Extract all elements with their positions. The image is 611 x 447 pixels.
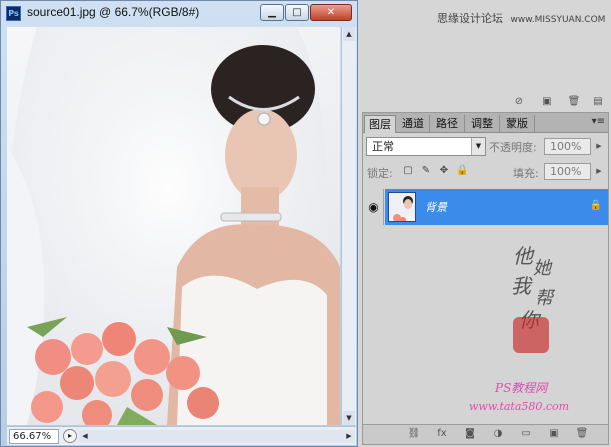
blend-mode-select[interactable]: 正常 ▼ — [366, 137, 486, 156]
panel-menu-icon[interactable]: ▾≡ — [592, 116, 605, 127]
image-canvas[interactable] — [7, 27, 340, 425]
tab-adjustments[interactable]: 调整 — [465, 115, 500, 133]
layer-name[interactable]: 背景 — [425, 199, 447, 215]
document-title: source01.jpg @ 66.7%(RGB/8#) — [27, 5, 200, 19]
opacity-slider-arrow-icon[interactable]: ▶ — [594, 139, 604, 154]
site-watermark-text: 思缘设计论坛 — [437, 12, 503, 25]
scroll-right-icon[interactable]: ▶ — [343, 430, 355, 443]
opacity-label: 不透明度: — [489, 141, 537, 154]
chevron-down-icon[interactable]: ▼ — [471, 138, 485, 155]
link-layers-icon[interactable]: ⛓ — [407, 428, 421, 439]
delete-layer-icon[interactable]: 🗑 — [575, 428, 589, 439]
new-group-icon[interactable]: ▭ — [519, 428, 533, 439]
layers-panel: 图层 通道 路径 调整 蒙版 ▾≡ 正常 ▼ 不透明度: 100% ▶ 锁定: … — [362, 112, 609, 445]
scroll-down-icon[interactable]: ▼ — [343, 411, 355, 425]
fill-slider-arrow-icon[interactable]: ▶ — [594, 164, 604, 179]
tab-masks[interactable]: 蒙版 — [500, 115, 535, 133]
scroll-left-icon[interactable]: ◀ — [79, 430, 91, 443]
site-watermark: 思缘设计论坛 www.MISSYUAN.COM — [437, 10, 605, 26]
ps-watermark-title: PS教程网 — [495, 381, 548, 395]
bride-photo — [7, 27, 340, 425]
vertical-scrollbar[interactable]: ▲ ▼ — [341, 27, 356, 425]
upper-panel-footer: ⊘ ▣ 🗑 ▤ — [362, 96, 609, 110]
document-window: Ps source01.jpg @ 66.7%(RGB/8#) ▁ □ ✕ ▲ … — [0, 0, 358, 447]
status-bar: 66.67% ▸ ◀ ▶ — [7, 426, 356, 445]
maximize-button[interactable]: □ — [285, 4, 309, 21]
layer-row-background[interactable]: ◉ 背景 🔒 — [363, 189, 608, 225]
adjustment-layer-icon[interactable]: ◑ — [491, 428, 505, 439]
blend-mode-value: 正常 — [372, 140, 394, 153]
trash-icon[interactable]: 🗑 — [567, 96, 581, 107]
layer-selected[interactable]: 背景 🔒 — [385, 189, 608, 225]
tab-channels[interactable]: 通道 — [397, 115, 430, 133]
horizontal-scrollbar[interactable]: ◀ ▶ — [79, 430, 355, 443]
photoshop-app-icon: Ps — [6, 6, 21, 21]
opacity-field[interactable]: 100% — [544, 138, 591, 155]
zoom-field[interactable]: 66.67% — [9, 429, 59, 444]
lock-icon: 🔒 — [589, 200, 602, 211]
layer-thumbnail — [388, 192, 416, 222]
ps-watermark-url: www.tata580.com — [469, 400, 570, 413]
new-layer-icon[interactable]: ▣ — [547, 428, 561, 439]
status-info-icon[interactable]: ▸ — [63, 429, 77, 443]
site-watermark-url: www.MISSYUAN.COM — [510, 15, 606, 25]
lock-move-icon[interactable]: ✥ — [438, 165, 450, 177]
no-icon[interactable]: ⊘ — [512, 96, 526, 107]
panel-tabs: 图层 通道 路径 调整 蒙版 ▾≡ — [363, 113, 608, 133]
red-seal-stamp — [513, 317, 549, 353]
close-button[interactable]: ✕ — [310, 4, 352, 21]
layer-style-fx-icon[interactable]: fx — [435, 428, 449, 439]
lock-brush-icon[interactable]: ✎ — [420, 165, 432, 177]
signature-char: 她 — [533, 258, 551, 279]
minimize-button[interactable]: ▁ — [260, 4, 284, 21]
signature-char: 我 — [511, 274, 531, 298]
layers-empty-area: 他 她 我 帮 你 — [363, 226, 608, 424]
fill-label: 填充: — [513, 167, 539, 180]
lock-fill-row: 锁定: ▢ ✎ ✥ 🔒 填充: 100% ▶ — [363, 162, 608, 182]
scroll-up-icon[interactable]: ▲ — [343, 27, 355, 41]
lock-label: 锁定: — [367, 167, 393, 180]
fill-field[interactable]: 100% — [544, 163, 591, 180]
tab-layers[interactable]: 图层 — [364, 115, 396, 133]
blend-opacity-row: 正常 ▼ 不透明度: 100% ▶ — [363, 136, 608, 158]
lock-transparent-icon[interactable]: ▢ — [402, 165, 414, 177]
add-mask-icon[interactable]: ◙ — [463, 428, 477, 439]
layers-footer: ⛓ fx ◙ ◑ ▭ ▣ 🗑 — [363, 424, 608, 444]
eye-icon[interactable]: ◉ — [364, 189, 384, 225]
new-item-icon[interactable]: ▣ — [540, 96, 554, 107]
signature-char: 他 — [513, 244, 533, 268]
tab-paths[interactable]: 路径 — [430, 115, 465, 133]
document-titlebar[interactable]: Ps source01.jpg @ 66.7%(RGB/8#) ▁ □ ✕ — [1, 1, 357, 25]
lock-all-icon[interactable]: 🔒 — [456, 165, 468, 177]
resize-grip-icon[interactable]: ▤ — [591, 96, 605, 107]
